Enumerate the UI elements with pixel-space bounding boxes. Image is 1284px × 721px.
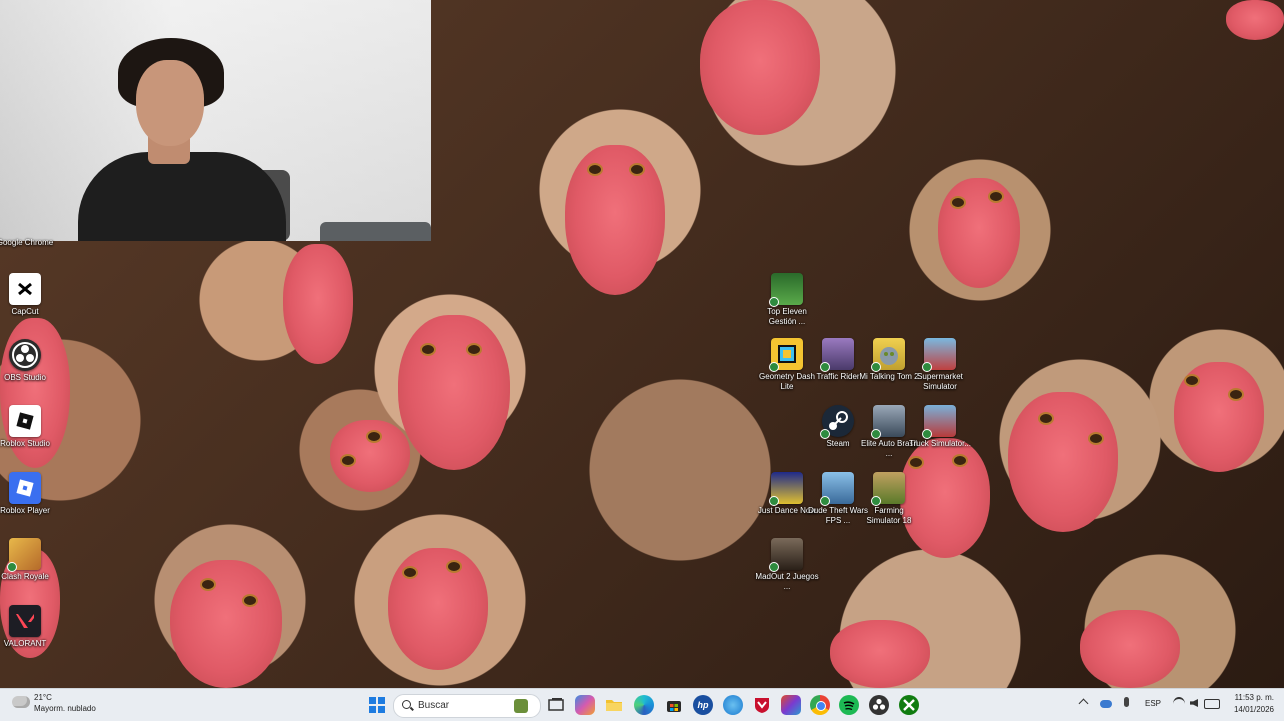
wallpaper-face <box>283 244 353 364</box>
wallpaper-face <box>398 315 510 470</box>
roblox-player-icon <box>9 472 41 504</box>
desktop-icon-label: OBS Studio <box>4 373 46 382</box>
webcam-person-body <box>78 152 286 241</box>
geometry-dash-icon <box>769 338 803 372</box>
task-view-icon[interactable] <box>546 695 566 715</box>
browser-icon[interactable] <box>723 695 743 715</box>
desktop-icon-label: VALORANT <box>3 639 47 648</box>
file-explorer-icon[interactable] <box>604 695 624 715</box>
clash-royale-icon <box>7 538 41 572</box>
wallpaper-face <box>1174 362 1264 472</box>
clock-time: 11:53 p. m. <box>1234 693 1274 702</box>
wallpaper-face <box>700 0 820 135</box>
mcafee-icon[interactable] <box>752 695 772 715</box>
desktop-icon-madout[interactable]: MadOut 2 Juegos ... <box>755 538 819 592</box>
desktop-icon-valorant[interactable]: VALORANT <box>0 605 57 649</box>
desktop-icon-chrome[interactable]: Google Chrome <box>0 230 57 248</box>
volume-icon[interactable] <box>1190 699 1198 707</box>
wifi-icon[interactable] <box>1173 697 1185 711</box>
widgets-icon <box>514 699 528 713</box>
clock-date: 14/01/2026 <box>1233 705 1274 714</box>
desktop-icon-label: Supermarket Simulator <box>917 372 963 391</box>
battery-icon[interactable] <box>1204 699 1220 709</box>
desktop-icon-farming-simulator[interactable]: Farming Simulator 18 <box>857 472 921 526</box>
wallpaper-face <box>388 548 488 670</box>
roblox-studio-icon <box>9 405 41 437</box>
wallpaper-face <box>938 178 1020 288</box>
desktop-icon-label: Roblox Player <box>0 506 50 515</box>
hp-icon[interactable]: hp <box>693 695 713 715</box>
obs-icon <box>9 339 41 371</box>
language-indicator[interactable]: ESP <box>1145 699 1161 708</box>
desktop-icon-supermarket-simulator[interactable]: Supermarket Simulator <box>908 338 972 392</box>
desktop-icon-label: MadOut 2 Juegos ... <box>755 572 819 591</box>
webcam-sofa <box>320 222 431 241</box>
microphone-icon[interactable] <box>1124 697 1129 707</box>
just-dance-icon <box>769 472 803 506</box>
talking-tom-icon <box>871 338 905 372</box>
clock[interactable]: 11:53 p. m. 14/01/2026 <box>1226 692 1274 716</box>
webcam-overlay <box>0 0 431 241</box>
desktop-icon-label: Top Eleven Gestión ... <box>767 307 807 326</box>
elite-auto-icon <box>871 405 905 439</box>
desktop-icon-label: Truck Simulator... <box>909 439 971 448</box>
madout-icon <box>769 538 803 572</box>
desktop-icon-roblox-player[interactable]: Roblox Player <box>0 472 57 516</box>
farming-simulator-icon <box>871 472 905 506</box>
weather-widget[interactable]: 21°C Mayorm. nublado <box>12 692 112 718</box>
capcut-icon <box>9 273 41 305</box>
desktop-icon-roblox-studio[interactable]: Roblox Studio <box>0 405 57 449</box>
wallpaper-face <box>565 145 665 295</box>
store-icon[interactable] <box>664 695 684 715</box>
office-icon[interactable] <box>781 695 801 715</box>
weather-temperature: 21°C <box>34 693 52 702</box>
top-eleven-icon <box>769 273 803 307</box>
obs-icon[interactable] <box>869 695 889 715</box>
desktop-icon-label: CapCut <box>11 307 39 316</box>
desktop-icon-label: Farming Simulator 18 <box>866 506 912 525</box>
desktop-icon-label: Google Chrome <box>0 238 54 247</box>
wallpaper-face <box>1008 392 1118 532</box>
weather-description: Mayorm. nublado <box>34 704 96 713</box>
desktop-icon-label: Clash Royale <box>1 572 49 581</box>
supermarket-simulator-icon <box>922 338 956 372</box>
desktop-icon-capcut[interactable]: CapCut <box>0 273 57 317</box>
wallpaper-face <box>1080 610 1180 688</box>
taskbar: 21°C Mayorm. nublado Buscar hp ESP 11:53… <box>0 688 1284 721</box>
dude-theft-wars-icon <box>820 472 854 506</box>
weather-cloud-icon <box>12 696 30 708</box>
desktop-icon-label: Roblox Studio <box>0 439 50 448</box>
search-box[interactable]: Buscar <box>393 694 541 718</box>
truck-simulator-icon <box>922 405 956 439</box>
copilot-icon[interactable] <box>575 695 595 715</box>
cloud-sync-icon[interactable] <box>1100 700 1112 708</box>
desktop-wallpaper: Google Chrome CapCut OBS Studio Roblox S… <box>0 0 1284 688</box>
wallpaper-face <box>830 620 930 688</box>
search-icon <box>402 700 411 709</box>
windows-start-icon[interactable] <box>367 695 387 715</box>
chrome-icon[interactable] <box>810 695 830 715</box>
spotify-icon[interactable] <box>839 695 859 715</box>
webcam-person-head <box>136 60 204 146</box>
desktop-icon-clash-royale[interactable]: Clash Royale <box>0 538 57 582</box>
chevron-up-icon[interactable] <box>1078 698 1089 709</box>
xbox-icon[interactable] <box>899 695 919 715</box>
desktop-icon-truck-simulator[interactable]: Truck Simulator... <box>908 405 972 449</box>
wallpaper-face <box>1226 0 1284 40</box>
wallpaper-face <box>330 420 410 492</box>
traffic-rider-icon <box>820 338 854 372</box>
wallpaper-face <box>170 560 282 688</box>
desktop-icon-top-eleven[interactable]: Top Eleven Gestión ... <box>755 273 819 327</box>
desktop-icon-obs[interactable]: OBS Studio <box>0 339 57 383</box>
steam-icon <box>820 405 854 439</box>
search-placeholder: Buscar <box>418 700 450 711</box>
edge-icon[interactable] <box>634 695 654 715</box>
valorant-icon <box>9 605 41 637</box>
